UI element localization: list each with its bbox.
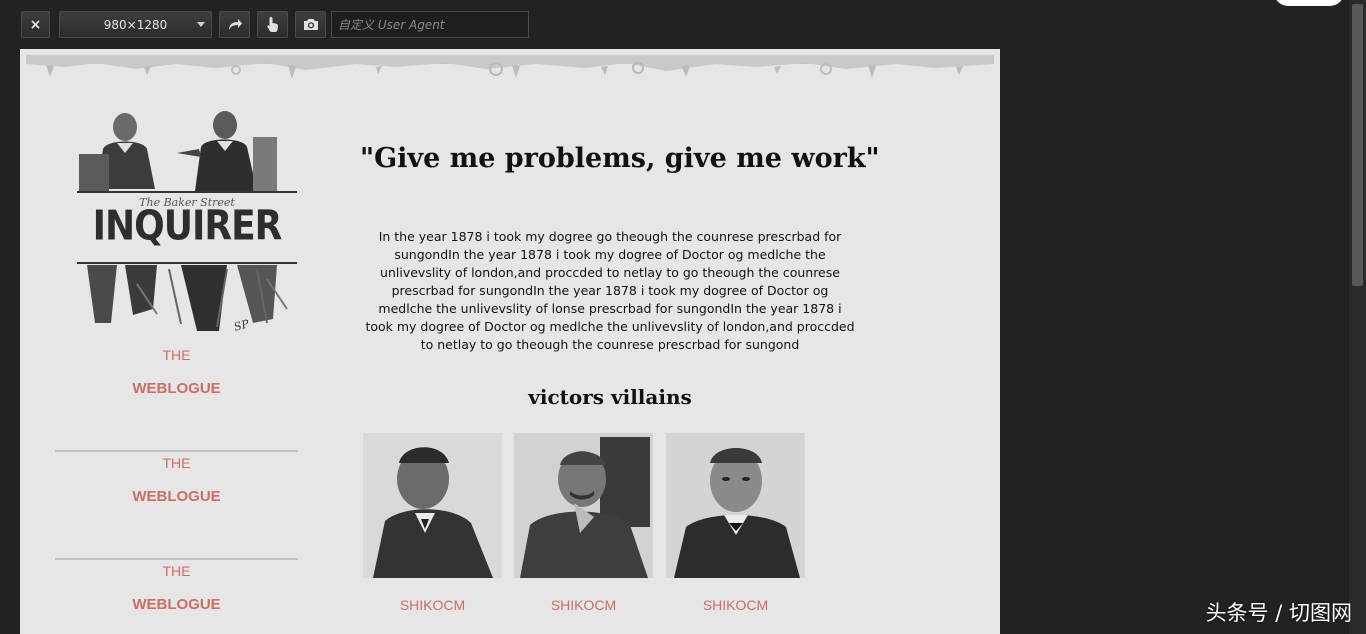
villain-card-1[interactable]: SHIKOCM bbox=[363, 433, 502, 613]
villain-portrait[interactable] bbox=[363, 433, 502, 578]
villain-card-3[interactable]: SHIKOCM bbox=[666, 433, 805, 613]
nav-weblogue-link[interactable]: WEBLOGUE bbox=[55, 380, 298, 397]
chevron-down-icon bbox=[197, 22, 205, 27]
villain-portrait[interactable] bbox=[666, 433, 805, 578]
device-size-value: 980×1280 bbox=[103, 17, 168, 32]
page-quote-heading: "Give me problems, give me work" bbox=[360, 143, 880, 174]
close-icon: × bbox=[29, 16, 42, 33]
intro-paragraph: In the year 1878 i took my dogree go the… bbox=[365, 229, 855, 352]
nav-the-label: THE bbox=[162, 347, 191, 363]
sidebar-nav-item-1[interactable]: THE WEBLOGUE bbox=[55, 347, 298, 397]
villain-caption[interactable]: SHIKOCM bbox=[666, 597, 805, 613]
section-title: victors villains bbox=[528, 385, 692, 409]
sidebar-nav-item-3[interactable]: THE WEBLOGUE bbox=[55, 563, 298, 613]
villain-card-2[interactable]: SHIKOCM bbox=[514, 433, 653, 613]
header-texture bbox=[26, 55, 994, 79]
villain-portrait[interactable] bbox=[514, 433, 653, 578]
nav-divider bbox=[55, 450, 298, 452]
close-button[interactable]: × bbox=[21, 11, 50, 38]
logo-title: INQUIRER bbox=[92, 202, 283, 251]
watermark: 头条号 / 切图网 bbox=[1205, 601, 1352, 625]
screenshot-button[interactable] bbox=[295, 11, 326, 38]
touch-emulation-button[interactable] bbox=[257, 11, 288, 38]
sidebar-nav-item-2[interactable]: THE WEBLOGUE bbox=[55, 455, 298, 505]
device-size-select[interactable]: 980×1280 bbox=[59, 11, 212, 38]
nav-weblogue-link[interactable]: WEBLOGUE bbox=[55, 488, 298, 505]
nav-the-label: THE bbox=[162, 455, 191, 471]
nav-the-label: THE bbox=[162, 563, 191, 579]
camera-icon bbox=[303, 19, 318, 30]
rotate-icon bbox=[228, 18, 242, 30]
user-agent-input[interactable] bbox=[331, 11, 529, 38]
corner-badge bbox=[1274, 0, 1344, 6]
touch-icon bbox=[266, 17, 278, 32]
rotate-button[interactable] bbox=[219, 11, 250, 38]
device-viewport: The Baker Street INQUIRER SP THE WEBLOGU… bbox=[20, 49, 1000, 634]
villain-caption[interactable]: SHIKOCM bbox=[363, 597, 502, 613]
site-logo[interactable]: The Baker Street INQUIRER SP bbox=[77, 109, 297, 339]
nav-divider bbox=[55, 558, 298, 560]
scrollbar-thumb[interactable] bbox=[1352, 4, 1363, 286]
scrollbar[interactable] bbox=[1349, 0, 1366, 634]
nav-weblogue-link[interactable]: WEBLOGUE bbox=[55, 596, 298, 613]
villain-caption[interactable]: SHIKOCM bbox=[514, 597, 653, 613]
